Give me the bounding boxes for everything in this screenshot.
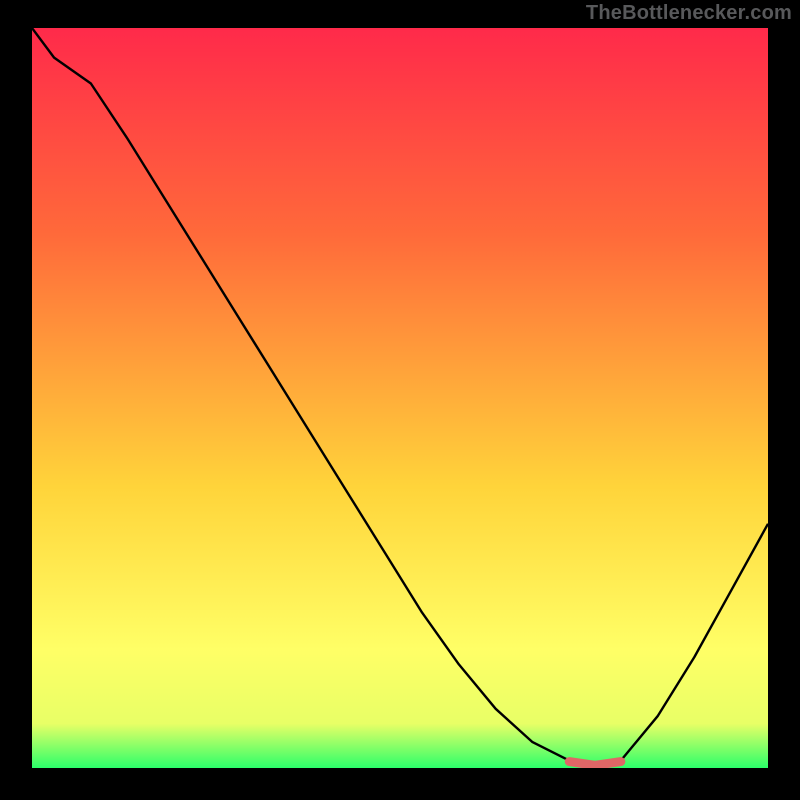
gradient-background <box>32 28 768 768</box>
watermark-text: TheBottlenecker.com <box>586 2 792 25</box>
chart-svg <box>32 28 768 768</box>
chart-container: TheBottlenecker.com <box>0 0 800 800</box>
optimal-range-marker <box>569 762 621 766</box>
plot-area <box>32 28 768 768</box>
